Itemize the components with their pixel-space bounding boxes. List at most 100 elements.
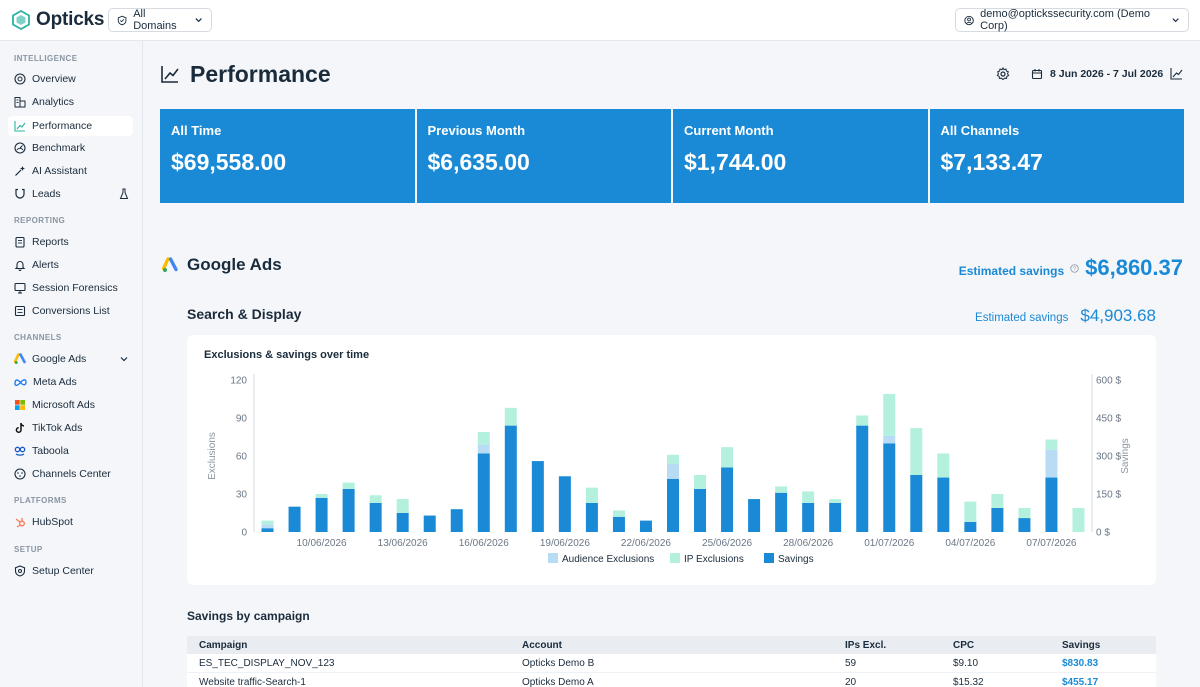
legend-label: IP Exclusions	[684, 554, 744, 565]
ai-assistant-icon	[15, 166, 25, 176]
chart-line-icon	[1170, 68, 1183, 80]
bar-savings	[450, 509, 463, 532]
bar-savings	[1018, 518, 1031, 532]
sidebar-item-overview[interactable]: Overview	[8, 69, 133, 89]
bar-ip-exclusions	[883, 393, 896, 436]
table-header: Campaign Account IPs Excl. CPC Savings	[187, 636, 1156, 654]
sidebar-item-label: Google Ads	[32, 353, 87, 365]
est-savings-value: $4,903.68	[1080, 306, 1156, 325]
analytics-icon	[14, 97, 26, 108]
beta-flask-icon	[119, 188, 129, 199]
sidebar-item-hubspot[interactable]: HubSpot	[8, 512, 133, 532]
google-ads-icon	[162, 257, 178, 272]
sidebar-item-setup-center[interactable]: Setup Center	[8, 561, 133, 581]
est-savings-label: Estimated savings	[975, 312, 1069, 324]
bar-ip-exclusions	[1045, 439, 1058, 450]
user-circle-icon	[964, 15, 974, 25]
sidebar-item-microsoft-ads[interactable]: Microsoft Ads	[8, 395, 133, 415]
sidebar-item-performance[interactable]: Performance	[8, 116, 133, 136]
bar-savings	[991, 507, 1004, 532]
bar-savings	[315, 497, 328, 532]
column-header-cpc[interactable]: CPC	[952, 640, 1060, 651]
table-row[interactable]: Website traffic-Search-1 Opticks Demo A …	[187, 673, 1156, 687]
hubspot-icon	[15, 518, 25, 528]
column-header-campaign[interactable]: Campaign	[187, 640, 509, 651]
bar-ip-exclusions	[856, 415, 869, 426]
table-row[interactable]: ES_TEC_DISPLAY_NOV_123 Opticks Demo B 59…	[187, 654, 1156, 673]
tiktok-icon	[15, 423, 25, 434]
bar-audience-exclusions	[883, 435, 896, 444]
bar-savings	[612, 516, 625, 532]
sidebar-item-leads[interactable]: Leads	[8, 184, 133, 204]
domain-select[interactable]: All Domains	[108, 8, 212, 32]
cell-campaign: ES_TEC_DISPLAY_NOV_123	[199, 657, 335, 669]
y-tick-label: 90	[236, 414, 248, 425]
sidebar-item-channels-center[interactable]: Channels Center	[8, 464, 133, 484]
sidebar-item-analytics[interactable]: Analytics	[8, 92, 133, 112]
x-tick-label: 28/06/2026	[783, 538, 833, 549]
sidebar-item-label: Session Forensics	[32, 282, 118, 294]
date-range-picker[interactable]: 8 Jun 2026 - 7 Jul 2026	[1031, 67, 1183, 80]
column-header-account[interactable]: Account	[509, 640, 844, 651]
summary-cards: All Time $69,558.00 Previous Month $6,63…	[160, 109, 1184, 203]
column-header-savings[interactable]: Savings	[1060, 640, 1156, 651]
y2-tick-label: 300 $	[1096, 452, 1121, 463]
exclusions-savings-chart: 0 30 60 90 120 0 $ 150 $ 300 $ 450 $ 600 $ Exclusi…	[207, 374, 1131, 565]
bell-icon	[14, 261, 26, 271]
bar-ip-exclusions	[396, 499, 409, 513]
bar-ip-exclusions	[261, 520, 274, 525]
benchmark-icon	[14, 142, 26, 154]
legend-swatch	[548, 553, 558, 563]
bar-ip-exclusions	[342, 482, 355, 489]
bar-ip-exclusions	[477, 431, 490, 445]
chevron-down-icon	[1172, 18, 1179, 23]
section-label-reporting: REPORTING	[14, 216, 66, 225]
leads-icon	[15, 188, 25, 199]
sidebar-item-conversions-list[interactable]: Conversions List	[8, 301, 133, 321]
sidebar-item-tiktok-ads[interactable]: TikTok Ads	[8, 418, 133, 438]
y2-tick-label: 600 $	[1096, 376, 1121, 387]
sidebar-item-alerts[interactable]: Alerts	[8, 255, 133, 275]
info-icon[interactable]: ?	[1070, 263, 1079, 273]
est-savings-label: Estimated savings	[958, 264, 1065, 278]
sidebar: INTELLIGENCE Overview Analytics Performa…	[0, 41, 143, 687]
bar-savings	[964, 521, 977, 532]
legend-swatch	[670, 553, 680, 563]
brand-logo[interactable]: Opticks	[12, 9, 104, 31]
bar-ip-exclusions	[775, 486, 788, 493]
bar-ip-exclusions	[910, 428, 923, 475]
exclusions-savings-chart-card: Exclusions & savings over time 0 30 60 90 12…	[187, 335, 1156, 585]
column-header-ips-excl[interactable]: IPs Excl.	[844, 640, 952, 651]
card-value: $1,744.00	[684, 149, 787, 175]
sidebar-item-google-ads[interactable]: Google Ads	[8, 349, 133, 369]
user-account-select[interactable]: demo@optickssecurity.com (Demo Corp)	[955, 8, 1189, 32]
y2-tick-label: 450 $	[1096, 414, 1121, 425]
x-tick-label: 13/06/2026	[378, 538, 428, 549]
sidebar-item-taboola[interactable]: Taboola	[8, 441, 133, 461]
y-tick-label: 120	[230, 376, 247, 387]
section-label-channels: CHANNELS	[14, 333, 62, 342]
est-savings-value: $6,860.37	[1085, 255, 1183, 280]
bar-ip-exclusions	[964, 501, 977, 522]
sidebar-item-session-forensics[interactable]: Session Forensics	[8, 278, 133, 298]
bar-savings	[288, 506, 301, 532]
sidebar-item-ai-assistant[interactable]: AI Assistant	[8, 161, 133, 181]
sidebar-item-meta-ads[interactable]: Meta Ads	[8, 372, 133, 392]
card-value: $7,133.47	[940, 149, 1043, 175]
gear-icon[interactable]	[996, 67, 1010, 81]
bar-savings	[261, 528, 274, 532]
main-content: Performance 8 Jun 2026 - 7 Jul 2026 All …	[143, 41, 1200, 687]
meta-icon	[14, 379, 27, 386]
bar-savings	[585, 502, 598, 532]
sidebar-item-label: HubSpot	[32, 516, 73, 528]
y-axis-title: Exclusions	[207, 432, 218, 480]
sidebar-item-benchmark[interactable]: Benchmark	[8, 138, 133, 158]
sidebar-item-reports[interactable]: Reports	[8, 232, 133, 252]
bar-savings	[396, 513, 409, 532]
bar-ip-exclusions	[667, 454, 679, 464]
y-tick-label: 0	[241, 528, 247, 539]
sidebar-item-label: Alerts	[32, 259, 59, 271]
bar-savings	[504, 425, 517, 532]
legend-label: Audience Exclusions	[562, 554, 654, 565]
bar-ip-exclusions	[721, 447, 734, 468]
